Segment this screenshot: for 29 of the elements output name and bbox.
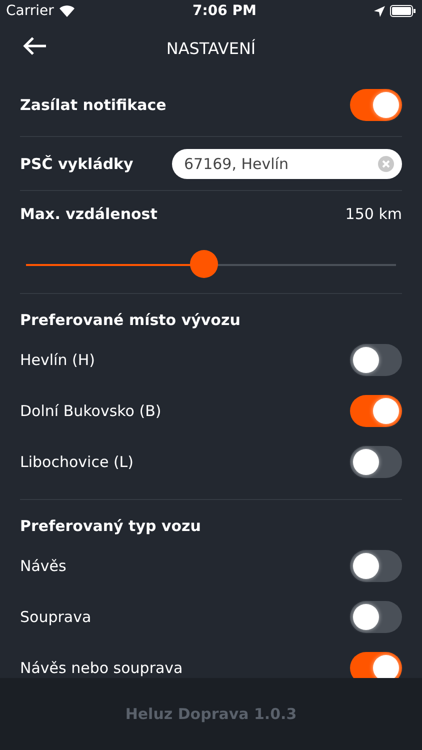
slider-thumb[interactable]: [190, 250, 218, 278]
section-heading: Preferovaný typ vozu: [20, 517, 201, 535]
postcode-field[interactable]: 67169, Hevlín: [172, 148, 402, 178]
option-label: Dolní Bukovsko (B): [20, 402, 162, 420]
setting-label: Max. vzdálenost: [20, 205, 158, 223]
option-label: Hevlín (H): [20, 350, 95, 368]
toggle-switch[interactable]: [350, 394, 402, 426]
toggle-switch[interactable]: [350, 344, 402, 376]
option-label: Návěs nebo souprava: [20, 658, 183, 676]
section-heading: Preferované místo vývozu: [20, 311, 240, 329]
option-label: Souprava: [20, 608, 92, 626]
toggle-switch[interactable]: [350, 600, 402, 632]
battery-icon: [390, 5, 416, 17]
toggle-switch[interactable]: [350, 446, 402, 478]
wifi-icon: [58, 5, 75, 17]
toggle-switch[interactable]: [350, 89, 402, 121]
setting-label: PSČ vykládky: [20, 154, 134, 172]
setting-label: Zasílat notifikace: [20, 96, 166, 114]
postcode-input[interactable]: 67169, Hevlín: [184, 154, 364, 172]
app-version: Heluz Doprava 1.0.3: [125, 705, 297, 723]
toggle-switch[interactable]: [350, 550, 402, 582]
clock-time: 7:06 PM: [192, 3, 256, 19]
distance-value: 150 km: [345, 205, 402, 223]
option-label: Návěs: [20, 556, 66, 574]
screen-title: NASTAVENÍ: [166, 38, 256, 58]
location-arrow-icon: [374, 6, 385, 16]
carrier-label: Carrier: [6, 3, 54, 19]
toggle-switch[interactable]: [350, 652, 402, 678]
option-label: Libochovice (L): [20, 452, 134, 470]
